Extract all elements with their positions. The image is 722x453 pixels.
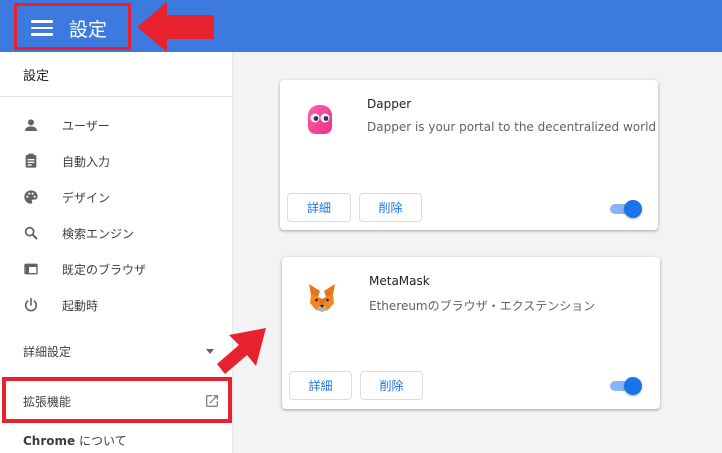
- about-brand: Chrome: [23, 434, 76, 448]
- extension-name: Dapper: [367, 97, 412, 111]
- enable-toggle[interactable]: [610, 377, 642, 395]
- remove-button[interactable]: 削除: [359, 193, 422, 222]
- search-icon: [22, 224, 40, 242]
- palette-icon: [22, 188, 40, 206]
- extension-description: Dapper is your portal to the decentraliz…: [367, 120, 657, 134]
- remove-button[interactable]: 削除: [360, 371, 423, 400]
- details-button[interactable]: 詳細: [289, 371, 352, 400]
- sidebar: 設定 ユーザー 自動入力 デザイン 検索エンジン 既定のブラウザ 起動時 詳細設…: [0, 52, 233, 453]
- extension-card-dapper: Dapper Dapper is your portal to the dece…: [280, 80, 658, 230]
- advanced-settings-toggle[interactable]: 詳細設定: [0, 334, 233, 366]
- extensions-label: 拡張機能: [23, 395, 72, 409]
- title-highlight-box: 設定: [14, 3, 131, 50]
- hamburger-icon[interactable]: [31, 20, 53, 36]
- sidebar-item-about-chrome[interactable]: Chrome について: [23, 432, 127, 449]
- sidebar-item-label: デザイン: [62, 190, 111, 205]
- sidebar-item-label: 検索エンジン: [62, 226, 135, 241]
- person-icon: [22, 116, 40, 134]
- sidebar-item-appearance[interactable]: デザイン: [0, 179, 233, 215]
- dapper-logo-icon: [308, 105, 332, 134]
- top-bar: 設定: [0, 0, 722, 52]
- sidebar-item-label: 既定のブラウザ: [62, 262, 147, 277]
- metamask-fox-icon: [309, 284, 335, 312]
- extension-name: MetaMask: [369, 274, 430, 288]
- sidebar-item-label: 起動時: [62, 298, 99, 313]
- sidebar-item-extensions[interactable]: 拡張機能: [2, 377, 232, 423]
- browser-icon: [22, 260, 40, 278]
- page-title: 設定: [69, 19, 108, 41]
- sidebar-header: 設定: [23, 69, 50, 84]
- sidebar-item-label: 自動入力: [62, 154, 111, 169]
- about-suffix: について: [75, 434, 127, 448]
- caret-down-icon: [206, 349, 214, 354]
- sidebar-item-user[interactable]: ユーザー: [0, 107, 233, 143]
- clipboard-icon: [22, 152, 40, 170]
- extension-card-metamask: MetaMask Ethereumのブラウザ・エクステンション 詳細 削除: [282, 257, 660, 409]
- extension-description: Ethereumのブラウザ・エクステンション: [369, 299, 596, 313]
- sidebar-item-default-browser[interactable]: 既定のブラウザ: [0, 251, 233, 287]
- sidebar-item-autofill[interactable]: 自動入力: [0, 143, 233, 179]
- sidebar-item-on-startup[interactable]: 起動時: [0, 287, 233, 323]
- details-button[interactable]: 詳細: [287, 193, 351, 222]
- annotation-arrow-left-icon: [137, 2, 214, 52]
- power-icon: [22, 296, 40, 314]
- sidebar-item-label: ユーザー: [62, 118, 110, 133]
- annotation-arrow-diagonal-icon: [217, 328, 266, 374]
- sidebar-divider: [0, 96, 233, 97]
- enable-toggle[interactable]: [610, 200, 642, 218]
- sidebar-item-search-engine[interactable]: 検索エンジン: [0, 215, 233, 251]
- advanced-settings-label: 詳細設定: [23, 345, 72, 359]
- open-in-new-icon: [206, 395, 218, 407]
